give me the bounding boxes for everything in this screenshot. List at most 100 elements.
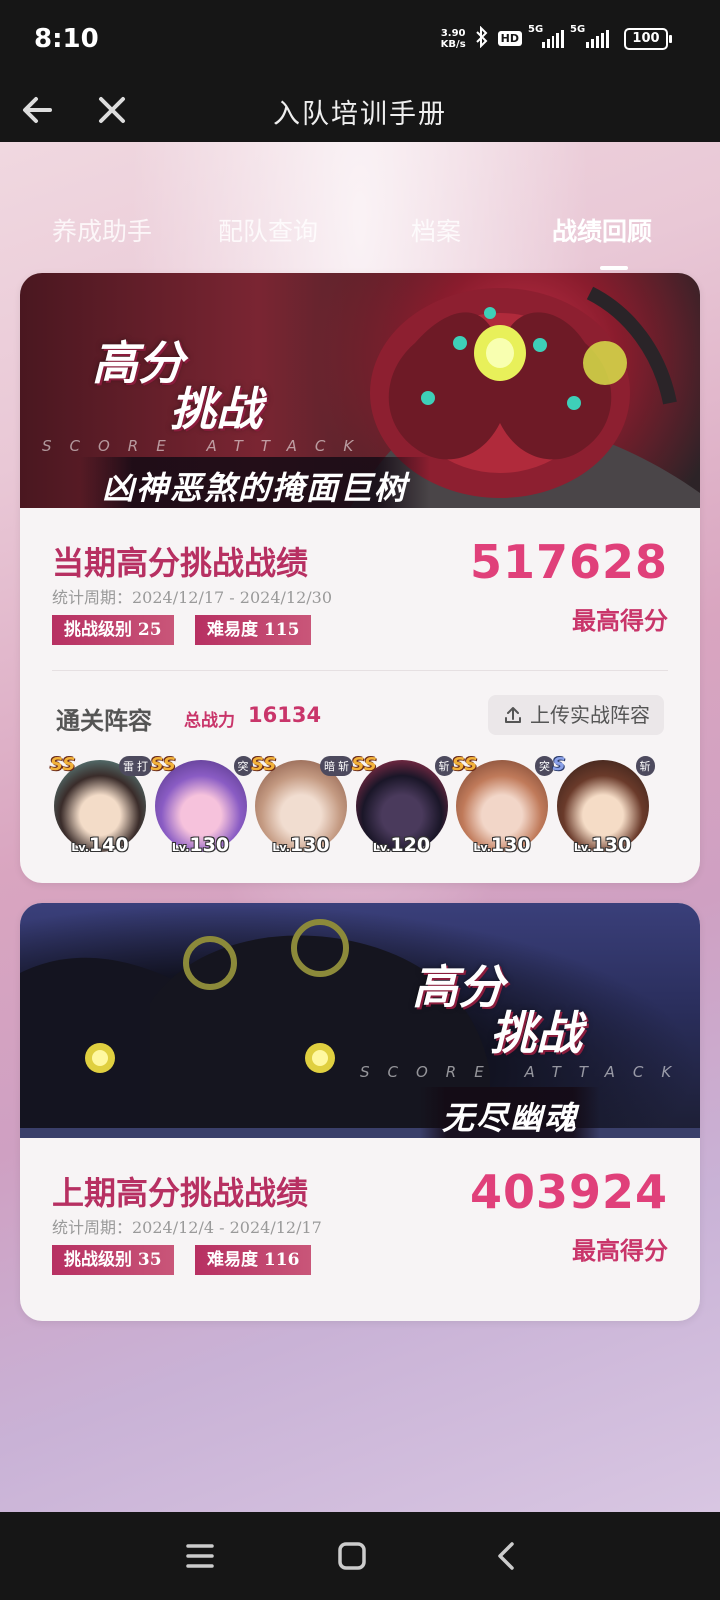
- team-member-avatar[interactable]: S 斩 Lv.130: [553, 754, 655, 856]
- level-label: Lv.130: [255, 834, 347, 856]
- signal-label: 5G: [528, 23, 544, 35]
- best-score-label: 最高得分: [542, 601, 680, 644]
- attribute-badge: 斩: [338, 760, 349, 773]
- tab-team-lookup[interactable]: 配队查询: [218, 212, 318, 248]
- signal-icon: 5G: [528, 24, 564, 48]
- record-title: 当期高分挑战战绩: [52, 544, 309, 582]
- attribute-badge: 突: [539, 760, 550, 773]
- net-speed: 3.90 KB/s: [441, 28, 466, 50]
- net-speed-unit: KB/s: [440, 38, 466, 50]
- menu-icon: [186, 1544, 214, 1568]
- nav-back-button[interactable]: [484, 1534, 528, 1578]
- level-prefix: Lv.: [573, 841, 592, 854]
- battery-icon: 100: [624, 27, 672, 50]
- hd-badge: HD: [497, 31, 522, 46]
- rank-badge: SS: [351, 754, 377, 775]
- team-member-avatar[interactable]: SS 斩 Lv.120: [352, 754, 454, 856]
- level-label: Lv.130: [557, 834, 649, 856]
- system-nav-bar: [0, 1512, 720, 1600]
- signal-label: 5G: [570, 23, 586, 35]
- banner-title-line1: 高分: [92, 336, 184, 390]
- banner-title-line2: 挑战: [170, 382, 262, 436]
- net-speed-value: 3.90: [440, 27, 466, 39]
- difficulty-tag: 难易度 115: [195, 615, 312, 645]
- level-value: 130: [289, 834, 330, 856]
- level-value: 130: [189, 834, 230, 856]
- power-label: 总战力: [184, 711, 235, 731]
- banner-title-line1: 高分: [412, 960, 504, 1014]
- tab-active-indicator: [600, 266, 628, 270]
- attribute-badges: 雷打: [119, 756, 152, 776]
- signal-icon: 5G: [570, 24, 616, 48]
- attribute-badges: 斩: [635, 756, 655, 776]
- divider: [52, 670, 668, 671]
- level-value: 140: [88, 834, 129, 856]
- level-label: Lv.130: [155, 834, 247, 856]
- rank-badge: SS: [150, 754, 176, 775]
- level-value: 120: [390, 834, 431, 856]
- level-value: 130: [490, 834, 531, 856]
- best-score-label: 最高得分: [542, 1231, 680, 1274]
- current-score-card[interactable]: 高分 挑战 SCORE ATTACK 凶神恶煞的掩面巨树 当期高分挑战战绩 统计…: [20, 273, 700, 883]
- level-prefix: Lv.: [171, 841, 190, 854]
- level-value: 130: [591, 834, 632, 856]
- level-prefix: Lv.: [272, 841, 290, 854]
- app-header: 入队培训手册: [0, 80, 720, 142]
- previous-boss-banner[interactable]: 高分 挑战 SCORE ATTACK 无尽幽魂: [20, 903, 700, 1138]
- status-bar: 8:10 3.90 KB/s HD 5G 5G 100: [0, 0, 720, 80]
- level-label: Lv.140: [54, 834, 146, 856]
- attribute-badge: 打: [137, 760, 148, 773]
- attribute-badge: 斩: [639, 760, 651, 773]
- home-button[interactable]: [330, 1534, 374, 1578]
- attribute-badges: 突: [233, 756, 253, 776]
- rank-badge: SS: [50, 754, 76, 775]
- boss-name: 凶神恶煞的掩面巨树: [80, 457, 431, 508]
- current-boss-banner[interactable]: 高分 挑战 SCORE ATTACK 凶神恶煞的掩面巨树: [20, 273, 700, 508]
- best-score: 403924: [469, 1165, 668, 1219]
- best-score: 517628: [469, 535, 668, 589]
- upload-team-label: 上传实战阵容: [530, 703, 650, 727]
- banner-subtitle: SCORE ATTACK: [42, 437, 372, 455]
- rank-badge: S: [552, 754, 566, 775]
- menu-button[interactable]: [178, 1534, 222, 1578]
- page-title: 入队培训手册: [273, 99, 447, 130]
- tab-record-review[interactable]: 战绩回顾: [552, 212, 652, 248]
- level-prefix: Lv.: [473, 841, 491, 854]
- page-content: 养成助手 配队查询 档案 战绩回顾 高分 挑战 SCORE ATTACK 凶神恶…: [0, 142, 720, 1512]
- stat-period: 统计周期：2024/12/17 - 2024/12/30: [52, 588, 333, 607]
- rank-badge: SS: [251, 754, 277, 775]
- back-icon: [498, 1542, 514, 1570]
- attribute-badges: 暗斩: [320, 756, 353, 776]
- stat-period: 统计周期：2024/12/4 - 2024/12/17: [52, 1218, 322, 1237]
- previous-score-card[interactable]: 高分 挑战 SCORE ATTACK 无尽幽魂 上期高分挑战战绩 统计周期：20…: [20, 903, 700, 1321]
- attribute-badge: 雷: [123, 760, 134, 773]
- team-member-avatar[interactable]: SS 突 Lv.130: [151, 754, 253, 856]
- boss-name: 无尽幽魂: [420, 1087, 601, 1138]
- status-icons: 3.90 KB/s HD 5G 5G 100: [441, 24, 672, 51]
- tab-training-assistant[interactable]: 养成助手: [52, 212, 152, 248]
- attribute-badges: 斩: [434, 756, 454, 776]
- attribute-badges: 突: [535, 756, 554, 776]
- attribute-badge: 斩: [438, 760, 450, 773]
- team-member-avatar[interactable]: SS 雷打 Lv.140: [50, 754, 152, 856]
- status-time: 8:10: [34, 24, 99, 54]
- level-prefix: Lv.: [71, 841, 89, 854]
- team-member-avatar[interactable]: SS 暗斩 Lv.130: [251, 754, 353, 856]
- upload-team-button[interactable]: 上传实战阵容: [488, 695, 664, 735]
- level-label: Lv.130: [456, 834, 548, 856]
- level-label: Lv.120: [356, 834, 448, 856]
- team-label: 通关阵容: [56, 706, 152, 735]
- rank-badge: SS: [452, 754, 478, 775]
- level-tag: 挑战级别 25: [52, 615, 174, 645]
- banner-subtitle: SCORE ATTACK: [360, 1063, 690, 1081]
- tab-bar: 养成助手 配队查询 档案 战绩回顾: [0, 212, 720, 262]
- attribute-badge: 突: [237, 760, 249, 773]
- tab-archive[interactable]: 档案: [411, 212, 461, 248]
- team-member-avatar[interactable]: SS 突 Lv.130: [452, 754, 554, 856]
- record-title: 上期高分挑战战绩: [52, 1174, 309, 1212]
- power-value: 16134: [248, 703, 322, 727]
- difficulty-tag: 难易度 116: [195, 1245, 312, 1275]
- level-tag: 挑战级别 35: [52, 1245, 174, 1275]
- level-prefix: Lv.: [372, 841, 391, 854]
- bluetooth-icon: [474, 25, 490, 51]
